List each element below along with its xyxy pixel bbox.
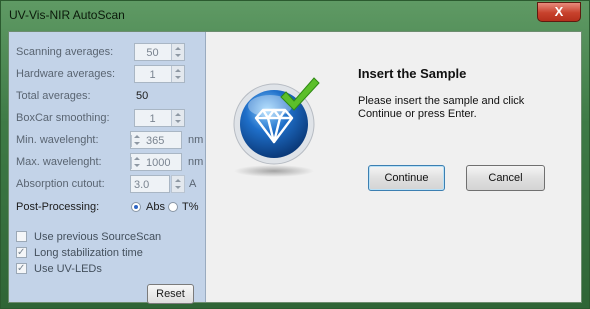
close-button[interactable]: X	[537, 2, 581, 22]
hardware-averages-label: Hardware averages:	[16, 68, 116, 80]
radio-transmittance[interactable]	[168, 202, 178, 212]
total-averages-value: 50	[136, 90, 149, 102]
absorption-cutout-label: Absorption cutout:	[16, 178, 105, 190]
min-wavelength-value: 365	[146, 135, 165, 147]
close-icon: X	[554, 4, 564, 19]
use-uv-leds-checkbox[interactable]	[16, 260, 27, 278]
cancel-button[interactable]: Cancel	[466, 165, 545, 191]
boxcar-smoothing-label: BoxCar smoothing:	[16, 112, 110, 124]
window-title: UV-Vis-NIR AutoScan	[9, 8, 125, 22]
dialog-panel: Insert the Sample Please insert the samp…	[206, 32, 581, 302]
window-client-area: Scanning averages: 50 Hardware averages:…	[8, 31, 582, 304]
absorption-cutout-unit: A	[189, 178, 197, 190]
max-wavelength-spinner[interactable]: 1000	[130, 153, 182, 171]
reset-button[interactable]: Reset	[147, 284, 194, 304]
spinner-arrows-icon[interactable]	[171, 44, 184, 60]
spinner-arrows-icon[interactable]	[171, 175, 185, 193]
min-wavelength-label: Min. wavelenght:	[16, 134, 99, 146]
total-averages-label: Total averages:	[16, 90, 91, 102]
title-bar[interactable]: UV-Vis-NIR AutoScan X	[1, 1, 589, 31]
hardware-averages-row: Hardware averages: 1	[16, 65, 201, 83]
min-wavelength-row: Min. wavelenght: 365 nm	[16, 131, 204, 149]
use-uv-leds-label: Use UV-LEDs	[34, 263, 102, 275]
dialog-heading: Insert the Sample	[358, 66, 467, 81]
scanning-averages-label: Scanning averages:	[16, 46, 114, 58]
long-stabilization-checkbox[interactable]	[16, 244, 27, 262]
dialog-message: Please insert the sample and click Conti…	[358, 95, 525, 120]
use-previous-sourcescan-checkbox[interactable]	[16, 231, 27, 242]
max-wavelength-value: 1000	[146, 157, 171, 169]
hardware-averages-value: 1	[149, 69, 156, 81]
absorption-cutout-input[interactable]: 3.0	[130, 175, 170, 193]
radio-transmittance-label: T%	[182, 201, 199, 213]
max-wavelength-row: Max. wavelenght: 1000 nm	[16, 153, 204, 171]
diamond-checkmark-icon	[233, 77, 320, 177]
post-processing-row: Post-Processing: Abs T%	[16, 198, 201, 216]
radio-abs[interactable]	[131, 202, 141, 212]
spinner-arrows-icon[interactable]	[171, 66, 184, 82]
use-uv-leds-row[interactable]: Use UV-LEDs	[16, 260, 136, 278]
absorption-cutout-row: Absorption cutout: 3.0 A	[16, 175, 201, 193]
min-wavelength-spinner[interactable]: 365	[130, 131, 182, 149]
hardware-averages-spinner[interactable]: 1	[134, 65, 185, 83]
scanning-averages-spinner[interactable]: 50	[134, 43, 185, 61]
post-processing-label: Post-Processing:	[16, 201, 100, 213]
scanning-averages-value: 50	[146, 47, 159, 59]
continue-button[interactable]: Continue	[368, 165, 445, 191]
radio-abs-label: Abs	[146, 201, 165, 213]
spinner-arrows-icon[interactable]	[131, 135, 140, 147]
min-wavelength-unit: nm	[188, 134, 204, 146]
max-wavelength-unit: nm	[188, 156, 204, 168]
spinner-arrows-icon[interactable]	[171, 110, 184, 126]
total-averages-row: Total averages: 50	[16, 87, 201, 105]
absorption-cutout-stepper[interactable]	[171, 175, 185, 193]
spinner-arrows-icon[interactable]	[131, 157, 140, 169]
settings-panel: Scanning averages: 50 Hardware averages:…	[9, 32, 206, 304]
boxcar-smoothing-value: 1	[149, 113, 156, 125]
scanning-averages-row: Scanning averages: 50	[16, 43, 201, 61]
absorption-cutout-value: 3.0	[134, 179, 150, 191]
app-window: UV-Vis-NIR AutoScan X Scanning averages:…	[0, 0, 590, 309]
boxcar-smoothing-row: BoxCar smoothing: 1	[16, 109, 201, 127]
max-wavelength-label: Max. wavelenght:	[16, 156, 102, 168]
boxcar-smoothing-spinner[interactable]: 1	[134, 109, 185, 127]
